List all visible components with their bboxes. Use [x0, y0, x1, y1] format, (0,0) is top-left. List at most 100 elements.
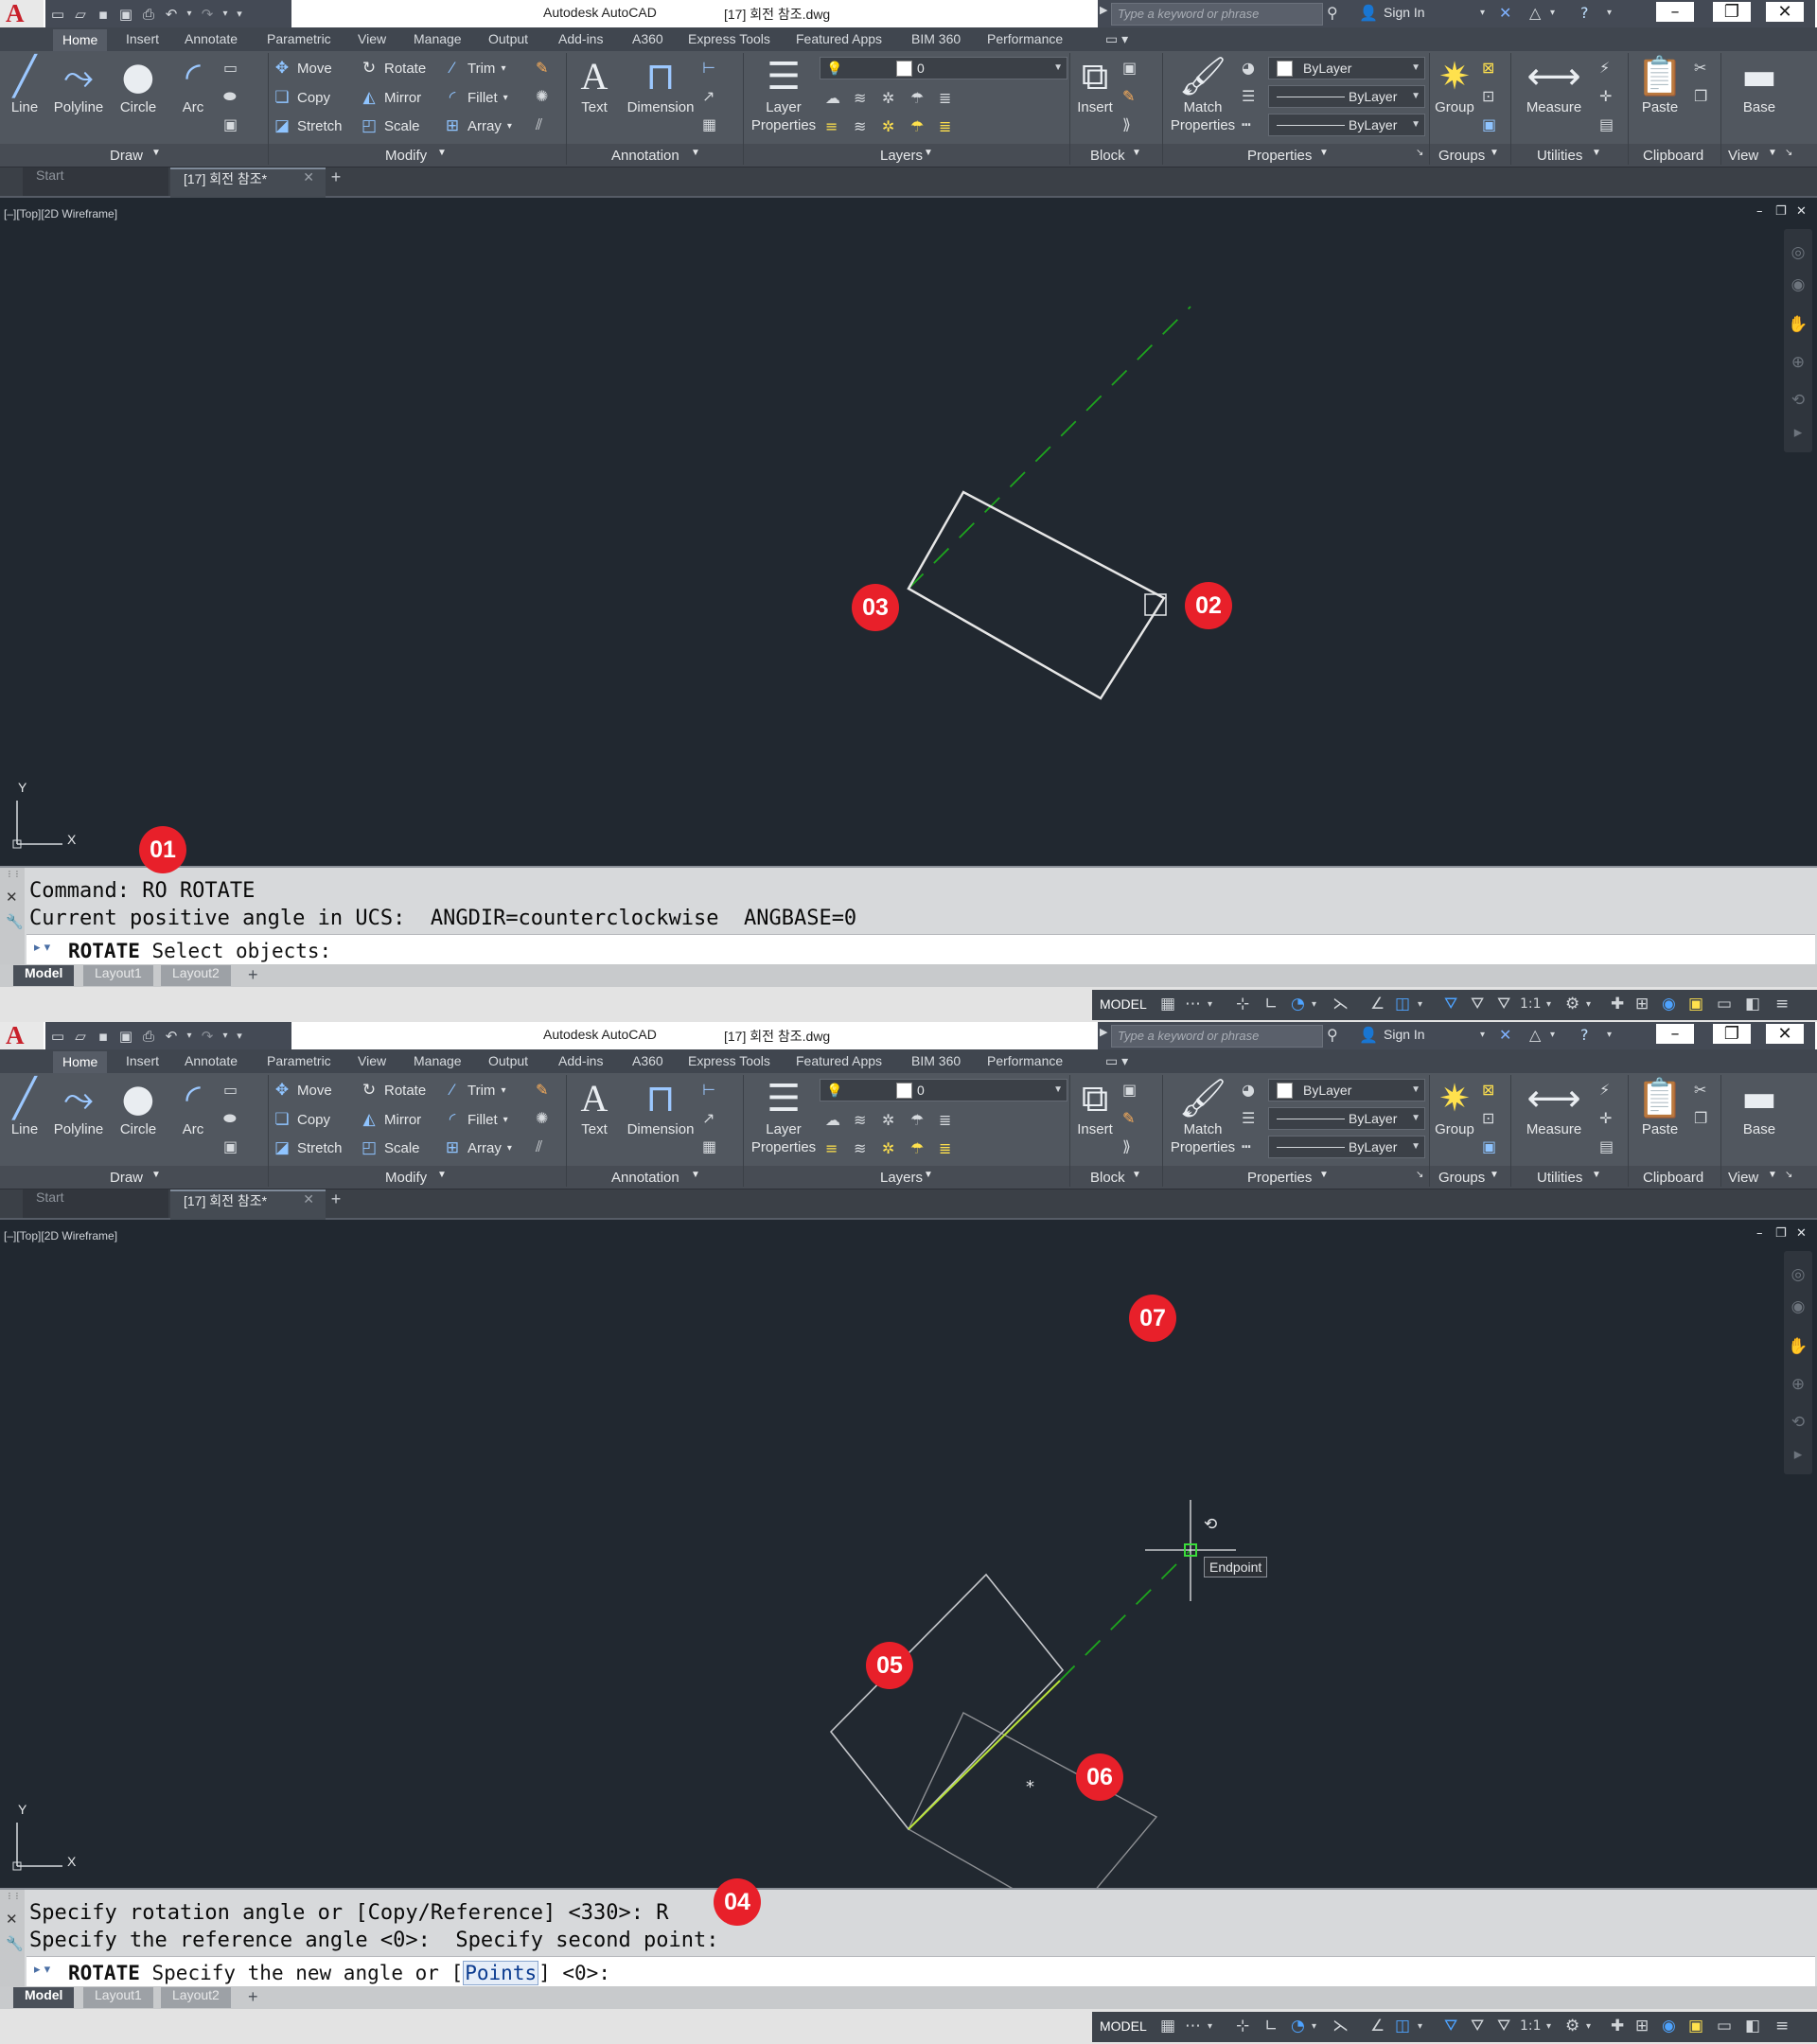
customization-menu-icon[interactable]: ≡	[1775, 995, 1789, 1013]
recent-commands-icon[interactable]: ▸ ▾	[34, 1963, 50, 1977]
linear-dimension-icon[interactable]: ⊢	[702, 59, 715, 77]
rectangle-icon[interactable]: ▭	[223, 59, 238, 77]
color-dropdown[interactable]: ByLayer ▼	[1268, 57, 1425, 79]
customize-wrench-icon[interactable]: 🔧	[6, 913, 24, 930]
isodraft-icon[interactable]: ⋋	[1332, 995, 1349, 1013]
group-edit-icon[interactable]: ⊡	[1482, 87, 1494, 105]
infer-constraints-icon[interactable]: ⊹	[1236, 995, 1249, 1013]
close-icon[interactable]: ✕	[1766, 1024, 1804, 1044]
print-icon[interactable]: ⎙	[138, 5, 159, 24]
id-point-icon[interactable]: ✛	[1599, 1109, 1612, 1127]
fillet-dropdown-icon[interactable]: ▾	[503, 1115, 508, 1125]
erase-icon[interactable]: ✎	[536, 1081, 548, 1099]
undo-dropdown-icon[interactable]: ▾	[184, 1027, 195, 1046]
tab-output[interactable]: Output	[488, 1053, 528, 1068]
new-layout-button[interactable]: +	[242, 965, 264, 986]
drawing-canvas[interactable]: *⟲	[0, 1221, 1817, 1888]
ribbon-minimize-icon[interactable]: ▭ ▾	[1105, 1053, 1128, 1069]
base-button[interactable]: ▬ Base	[1728, 55, 1791, 116]
tab-model[interactable]: Model	[13, 965, 75, 986]
tab-add-ins[interactable]: Add-ins	[558, 31, 603, 46]
minimize-icon[interactable]: –	[1656, 1024, 1694, 1044]
layer-match-icon[interactable]: ≣	[939, 89, 951, 107]
binoculars-icon[interactable]: ⚲	[1327, 4, 1338, 22]
lineweight-dropdown[interactable]: ByLayer ▼	[1268, 114, 1425, 136]
tab-a360[interactable]: A360	[632, 31, 663, 46]
help-icon[interactable]: ?	[1580, 1026, 1589, 1044]
quick-properties-icon[interactable]: ◉	[1662, 2017, 1676, 2035]
rectangle-icon[interactable]: ▭	[223, 1081, 238, 1099]
draw-panel-label[interactable]: Draw	[110, 148, 143, 164]
polyline-button[interactable]: ⤳ Polyline	[49, 55, 108, 116]
print-icon[interactable]: ⎙	[138, 1027, 159, 1046]
polar-tracking-icon[interactable]: ◔	[1291, 2017, 1305, 2035]
open-folder-icon[interactable]: ▱	[70, 1027, 91, 1046]
color-dropdown[interactable]: ByLayer ▼	[1268, 1079, 1425, 1101]
autodesk-a360-icon[interactable]: △	[1529, 4, 1541, 22]
array-button[interactable]: ⊞ Array ▾	[443, 116, 512, 135]
command-window-grip[interactable]: ⋮⋮ ✕ 🔧	[0, 1890, 25, 1988]
autodesk-a360-icon[interactable]: △	[1529, 1026, 1541, 1044]
rotate-button[interactable]: ↻ Rotate	[360, 59, 426, 78]
a360-dropdown-icon[interactable]: ▾	[1550, 1030, 1555, 1040]
scale-dropdown-icon[interactable]: ▾	[1546, 2021, 1551, 2032]
sign-in-dropdown-icon[interactable]: ▾	[1480, 1030, 1485, 1040]
layer-walk-icon[interactable]: ≋	[854, 1139, 866, 1157]
exchange-apps-icon[interactable]: ✕	[1499, 1026, 1511, 1044]
table-icon[interactable]: ▦	[702, 115, 716, 133]
line-button[interactable]: ╱ Line	[4, 55, 45, 116]
redo-dropdown-icon[interactable]: ▾	[220, 1027, 231, 1046]
layer-unlock-icon[interactable]: ☂	[910, 1139, 924, 1157]
recent-commands-icon[interactable]: ▸ ▾	[34, 941, 50, 955]
group-selection-icon[interactable]: ▣	[1482, 1137, 1496, 1155]
object-color-icon[interactable]: ◕	[1242, 1081, 1255, 1099]
annotation-monitor-icon[interactable]: ✚	[1611, 995, 1624, 1013]
layer-lock-icon[interactable]: ☂	[910, 89, 924, 107]
help-dropdown-icon[interactable]: ▾	[1607, 1030, 1612, 1040]
scale-button[interactable]: ◰ Scale	[360, 1138, 420, 1157]
create-block-icon[interactable]: ▣	[1122, 59, 1137, 77]
sign-in-dropdown-icon[interactable]: ▾	[1480, 8, 1485, 18]
lock-ui-icon[interactable]: ▣	[1688, 2017, 1703, 2035]
polar-dropdown-icon[interactable]: ▾	[1312, 999, 1316, 1010]
redo-dropdown-icon[interactable]: ▾	[220, 5, 231, 24]
tab-home[interactable]: Home	[53, 29, 108, 51]
dimension-button[interactable]: ⊓ Dimension	[625, 1077, 697, 1138]
snap-dropdown-icon[interactable]: ▾	[1208, 999, 1212, 1010]
region-icon[interactable]: ▣	[223, 1137, 238, 1155]
annotation-visibility-icon[interactable]: ⛛	[1444, 995, 1457, 1013]
layer-previous-icon[interactable]: ≣	[939, 1139, 951, 1157]
user-icon[interactable]: 👤	[1359, 1026, 1378, 1044]
layer-freeze-icon[interactable]: ✲	[882, 1111, 894, 1129]
edit-block-icon[interactable]: ✎	[1122, 87, 1135, 105]
modify-panel-label[interactable]: Modify	[385, 148, 427, 164]
layer-dropdown-arrow-icon[interactable]: ▼	[1053, 1080, 1063, 1101]
tab-parametric[interactable]: Parametric	[267, 1053, 331, 1068]
annotation-scale-icon[interactable]: ⛛	[1497, 995, 1510, 1013]
linetype-dropdown[interactable]: ByLayer ▼	[1268, 1107, 1425, 1130]
tab-bim-360[interactable]: BIM 360	[911, 1053, 961, 1068]
tab-manage[interactable]: Manage	[414, 31, 462, 46]
paste-button[interactable]: 📋 Paste	[1633, 1077, 1686, 1138]
layer-off-icon[interactable]: ☁	[825, 1111, 840, 1129]
circle-button[interactable]: ● Circle	[114, 55, 163, 116]
text-button[interactable]: A Text	[573, 55, 615, 116]
object-snap-icon[interactable]: ◫	[1395, 995, 1410, 1013]
block-attribute-icon[interactable]: ⟫	[1122, 115, 1131, 133]
utilities-expand-icon[interactable]: ▼	[1592, 1170, 1601, 1180]
annotation-panel-label[interactable]: Annotation	[611, 148, 679, 164]
search-input[interactable]: Type a keyword or phrase	[1111, 3, 1323, 26]
draw-expand-icon[interactable]: ▼	[151, 148, 161, 158]
annotation-expand-icon[interactable]: ▼	[691, 148, 700, 158]
ortho-icon[interactable]: ∟	[1264, 2017, 1278, 2035]
view-panel-label[interactable]: View	[1728, 1170, 1758, 1186]
groups-panel-label[interactable]: Groups	[1438, 148, 1485, 164]
arc-button[interactable]: ◜ Arc	[170, 1077, 216, 1138]
insert-button[interactable]: ⧉ Insert	[1073, 1077, 1117, 1138]
workspace-dropdown-icon[interactable]: ▾	[1586, 999, 1591, 1010]
layer-unlock-icon[interactable]: ☂	[910, 117, 924, 135]
redo-icon[interactable]: ↷	[197, 1027, 218, 1046]
block-attribute-icon[interactable]: ⟫	[1122, 1137, 1131, 1155]
start-tab[interactable]: Start	[23, 167, 168, 196]
region-icon[interactable]: ▣	[223, 115, 238, 133]
